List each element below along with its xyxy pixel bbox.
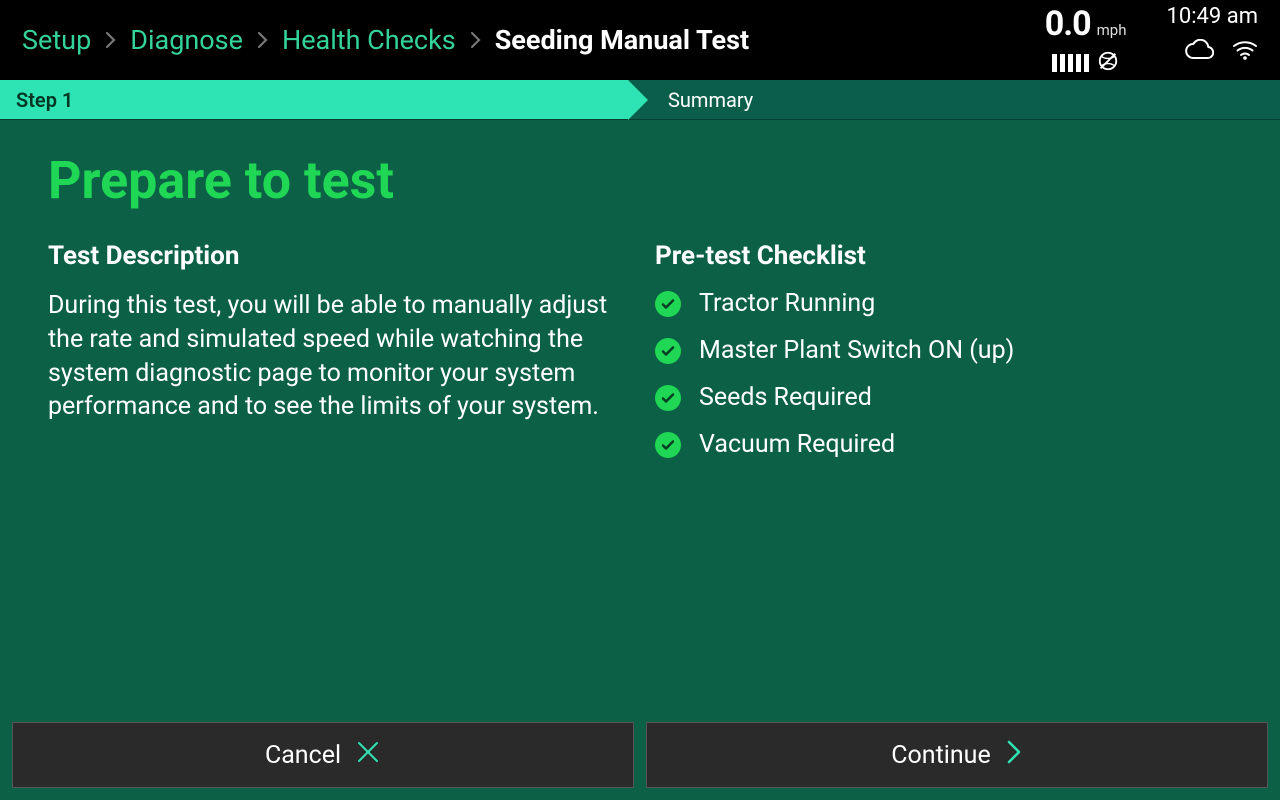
main-panel: Prepare to test Test Description During … [0, 120, 1280, 710]
top-bar: Setup Diagnose Health Checks Seeding Man… [0, 0, 1280, 80]
signal-bars-icon [1052, 54, 1089, 72]
continue-button[interactable]: Continue [646, 722, 1268, 788]
description-column: Test Description During this test, you w… [48, 241, 625, 459]
chevron-right-icon [1005, 739, 1023, 772]
description-body: During this test, you will be able to ma… [48, 289, 625, 424]
breadcrumb: Setup Diagnose Health Checks Seeding Man… [22, 24, 749, 56]
tab-step-1-label: Step 1 [16, 88, 73, 112]
check-icon [655, 432, 681, 458]
check-icon [655, 291, 681, 317]
crumb-diagnose[interactable]: Diagnose [130, 24, 243, 56]
cancel-button-label: Cancel [265, 741, 341, 770]
checklist-item: Tractor Running [655, 289, 1232, 318]
tab-summary-label: Summary [668, 88, 753, 112]
cancel-button[interactable]: Cancel [12, 722, 634, 788]
continue-button-label: Continue [891, 741, 990, 770]
status-area: 0.0 mph 10:49 am [1045, 4, 1258, 76]
check-icon [655, 385, 681, 411]
checklist: Tractor Running Master Plant Switch ON (… [655, 289, 1232, 459]
clock: 10:49 am [1166, 4, 1258, 29]
checklist-item: Seeds Required [655, 383, 1232, 412]
checklist-item-label: Master Plant Switch ON (up) [699, 336, 1014, 365]
crumb-current: Seeding Manual Test [495, 24, 749, 56]
step-tabs: Step 1 Summary [0, 80, 1280, 120]
chevron-right-icon [470, 24, 481, 56]
checklist-column: Pre-test Checklist Tractor Running Maste… [655, 241, 1232, 459]
checklist-item-label: Vacuum Required [699, 430, 895, 459]
close-icon [355, 739, 381, 772]
tab-summary[interactable]: Summary [628, 80, 1280, 119]
wifi-icon [1232, 40, 1258, 64]
check-icon [655, 338, 681, 364]
checklist-item: Vacuum Required [655, 430, 1232, 459]
page-title: Prepare to test [48, 150, 1232, 211]
footer-buttons: Cancel Continue [0, 710, 1280, 800]
checklist-item-label: Seeds Required [699, 383, 872, 412]
cloud-icon [1184, 39, 1214, 65]
chevron-right-icon [257, 24, 268, 56]
description-heading: Test Description [48, 241, 625, 271]
speed-indicator: 0.0 mph [1045, 4, 1127, 76]
satellite-off-icon [1097, 50, 1119, 76]
checklist-heading: Pre-test Checklist [655, 241, 1232, 271]
crumb-setup[interactable]: Setup [22, 24, 91, 56]
crumb-health-checks[interactable]: Health Checks [282, 24, 456, 56]
checklist-item-label: Tractor Running [699, 289, 875, 318]
tab-step-1[interactable]: Step 1 [0, 80, 628, 119]
speed-unit: mph [1097, 21, 1127, 39]
chevron-right-icon [105, 24, 116, 56]
checklist-item: Master Plant Switch ON (up) [655, 336, 1232, 365]
speed-value: 0.0 [1045, 4, 1091, 44]
